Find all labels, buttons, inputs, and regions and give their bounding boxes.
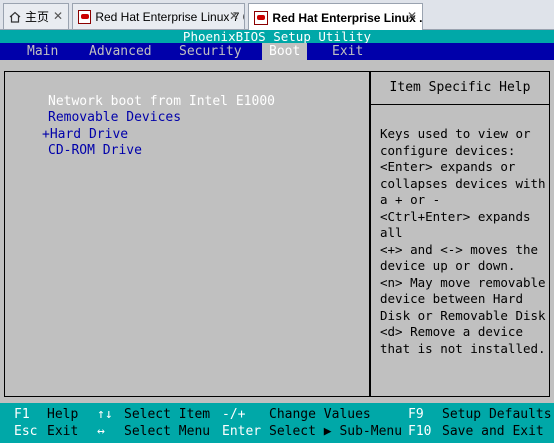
menu-security[interactable]: Security (172, 43, 249, 60)
footer-key-minus-plus: -/+ (222, 407, 246, 422)
footer-key-esc: Esc (14, 424, 38, 439)
boot-item-network[interactable]: Network boot from Intel E1000 (48, 94, 275, 110)
close-icon[interactable]: ✕ (53, 9, 63, 23)
footer-key-f10: F10 (408, 424, 432, 439)
close-icon[interactable]: ✕ (229, 9, 239, 23)
help-line: device between Hard (380, 291, 523, 306)
help-line: a + or - (380, 192, 441, 207)
menu-exit[interactable]: Exit (325, 43, 370, 60)
close-icon[interactable]: ✕ (407, 9, 417, 23)
help-line: all (380, 225, 403, 240)
home-icon (9, 11, 21, 23)
help-line: collapses devices with (380, 175, 546, 191)
footer-desc-select-item: Select Item (124, 407, 211, 422)
menu-advanced[interactable]: Advanced (82, 43, 159, 60)
tab-label: 主页 (25, 10, 50, 24)
footer-key-f1: F1 (14, 407, 30, 422)
footer-key-leftright: ↔ (97, 424, 105, 439)
browser-tab-bar: 主页 ✕ Red Hat Enterprise Linux 7 64... ✕ … (0, 0, 554, 31)
footer-desc-setup-defaults: Setup Defaults (442, 407, 552, 422)
help-line: <n> May move removable (380, 274, 546, 290)
help-text: Keys used to view or configure devices: … (380, 126, 548, 357)
footer-desc-exit: Exit (47, 424, 79, 439)
help-line: Disk or Removable Disk (380, 307, 546, 323)
tab-label: Red Hat Enterprise Linux 7 64... (95, 9, 244, 24)
menu-boot[interactable]: Boot (262, 43, 308, 60)
tab-rhel-1[interactable]: Red Hat Enterprise Linux 7 64... ✕ (72, 3, 245, 29)
boot-item-removable[interactable]: Removable Devices (48, 110, 181, 126)
bios-footer: F1 Help ↑↓ Select Item -/+ Change Values… (0, 403, 554, 443)
boot-item-cdrom[interactable]: CD-ROM Drive (48, 143, 142, 159)
bios-title: PhoenixBIOS Setup Utility (0, 30, 554, 43)
footer-desc-save-exit: Save and Exit (442, 424, 544, 439)
tab-label: Red Hat Enterprise Linux ... (272, 10, 422, 25)
redhat-icon (78, 9, 92, 24)
menu-main[interactable]: Main (20, 43, 65, 60)
boot-item-hard-drive[interactable]: +Hard Drive (42, 127, 128, 143)
footer-key-enter: Enter (222, 424, 262, 439)
footer-desc-select-menu: Select Menu (124, 424, 211, 439)
help-line: <Enter> expands or (380, 159, 516, 174)
tab-rhel-2[interactable]: Red Hat Enterprise Linux ... ✕ (248, 3, 423, 31)
footer-desc-change-values: Change Values (269, 407, 371, 422)
help-line: Keys used to view or (380, 126, 531, 141)
redhat-icon (254, 10, 269, 25)
help-line: that is not installed. (380, 340, 546, 356)
bios-menu-bar: Main Advanced Security Boot Exit (0, 43, 554, 60)
help-title: Item Specific Help (371, 72, 549, 105)
boot-order-list: Network boot from Intel E1000 Removable … (6, 72, 370, 396)
help-line: device up or down. (380, 258, 516, 273)
footer-desc-select-submenu: Select ▶ Sub-Menu (269, 424, 403, 439)
help-line: <Ctrl+Enter> expands (380, 208, 531, 224)
help-line: <d> Remove a device (380, 324, 523, 339)
help-line: configure devices: (380, 142, 516, 158)
help-panel: Item Specific Help Keys used to view or … (370, 71, 550, 397)
footer-desc-help: Help (47, 407, 79, 422)
bios-screen: PhoenixBIOS Setup Utility Main Advanced … (0, 30, 554, 443)
footer-key-f9: F9 (408, 407, 424, 422)
footer-key-updown: ↑↓ (97, 407, 113, 422)
tab-home[interactable]: 主页 ✕ (3, 3, 69, 29)
help-line: <+> and <-> moves the (380, 241, 539, 257)
